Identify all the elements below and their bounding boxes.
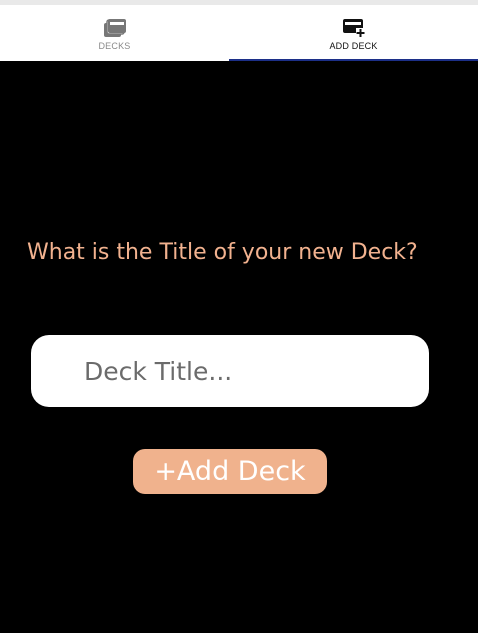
tab-decks-label: DECKS bbox=[98, 41, 131, 51]
tab-bar: DECKS ADD DECK bbox=[0, 0, 478, 61]
form-heading: What is the Title of your new Deck? bbox=[27, 240, 418, 265]
add-card-icon bbox=[342, 17, 365, 39]
add-deck-button[interactable]: +Add Deck bbox=[133, 449, 327, 494]
cards-stack-icon bbox=[103, 17, 126, 39]
tab-decks[interactable]: DECKS bbox=[0, 5, 229, 61]
active-tab-indicator bbox=[229, 59, 478, 61]
deck-title-input[interactable] bbox=[31, 335, 429, 407]
tab-add-deck-label: ADD DECK bbox=[329, 41, 378, 51]
tab-add-deck[interactable]: ADD DECK bbox=[229, 5, 478, 61]
